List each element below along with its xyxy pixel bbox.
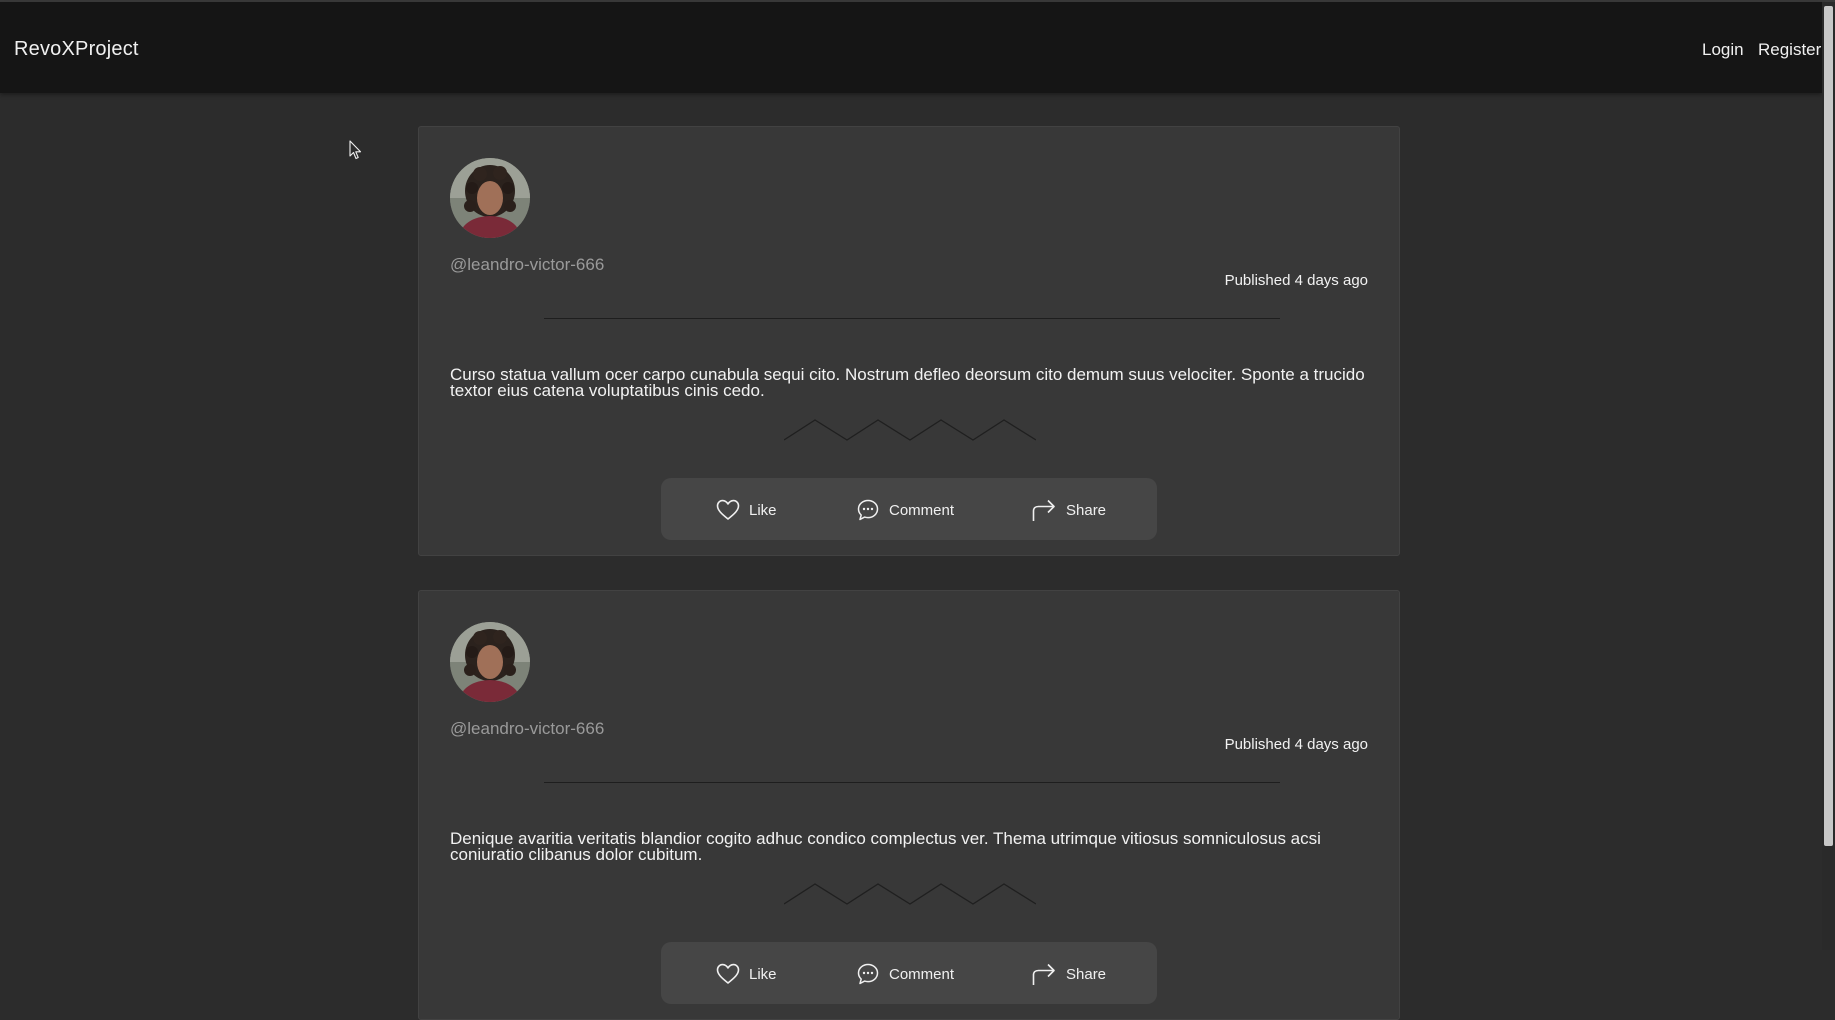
login-link[interactable]: Login (1702, 40, 1744, 60)
share-label: Share (1066, 501, 1107, 519)
post-card: @leandro-victor-666 Published 4 days ago… (418, 126, 1400, 556)
post-author-handle[interactable]: @leandro-victor-666 (450, 255, 604, 275)
comment-button[interactable]: Comment (856, 961, 954, 987)
author-avatar[interactable] (450, 622, 530, 702)
heart-icon (716, 963, 740, 984)
comment-button[interactable]: Comment (856, 497, 954, 523)
post-body-text: Denique avaritia veritatis blandior cogi… (450, 829, 1321, 864)
like-button[interactable]: Like (716, 497, 777, 523)
zigzag-separator (784, 419, 1036, 441)
page-scrollbar[interactable] (1822, 2, 1835, 950)
navbar: RevoXProject Login Register (0, 2, 1822, 93)
comment-bubble-icon (857, 499, 879, 521)
post-published-time: Published 4 days ago (1224, 736, 1368, 753)
like-label: Like (749, 501, 777, 519)
share-label: Share (1066, 965, 1107, 983)
share-button[interactable]: Share (1031, 961, 1106, 987)
zigzag-separator (784, 883, 1036, 905)
comment-label: Comment (889, 501, 955, 519)
post-divider (544, 782, 1280, 783)
scrollbar-thumb[interactable] (1824, 6, 1833, 846)
avatar-portrait-image (450, 622, 530, 702)
post-divider (544, 318, 1280, 319)
register-link[interactable]: Register (1758, 40, 1821, 60)
post-card: @leandro-victor-666 Published 4 days ago… (418, 590, 1400, 1020)
share-button[interactable]: Share (1031, 497, 1106, 523)
share-arrow-icon (1032, 963, 1055, 985)
post-action-bar: Like Comment Share (661, 942, 1157, 1004)
like-button[interactable]: Like (716, 961, 777, 987)
post-body-text: Curso statua vallum ocer carpo cunabula … (450, 365, 1365, 400)
brand-logo-text[interactable]: RevoXProject (14, 38, 139, 61)
like-label: Like (749, 965, 777, 983)
post-author-handle[interactable]: @leandro-victor-666 (450, 719, 604, 739)
post-action-bar: Like Comment Share (661, 478, 1157, 540)
avatar-portrait-image (450, 158, 530, 238)
comment-label: Comment (889, 965, 955, 983)
post-published-time: Published 4 days ago (1224, 272, 1368, 289)
mouse-cursor-icon (349, 140, 362, 160)
share-arrow-icon (1032, 499, 1055, 521)
author-avatar[interactable] (450, 158, 530, 238)
heart-icon (716, 499, 740, 520)
comment-bubble-icon (857, 963, 879, 985)
